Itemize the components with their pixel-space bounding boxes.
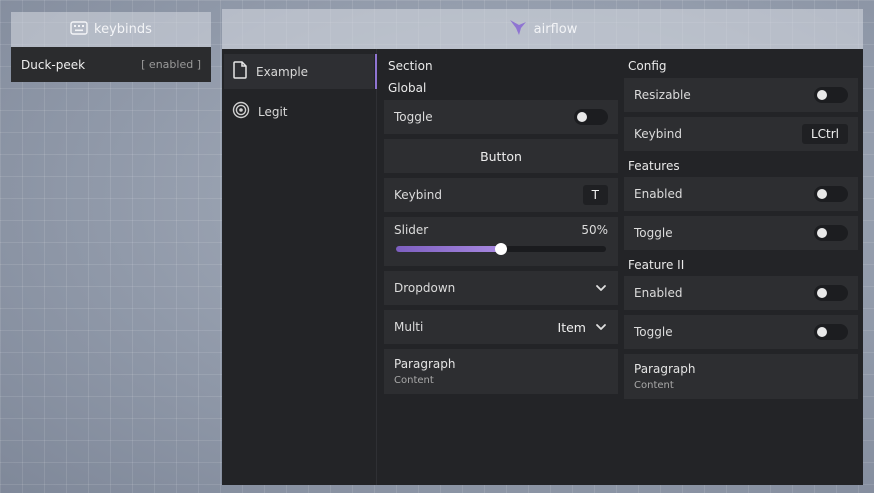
dropdown[interactable]: Dropdown: [384, 271, 618, 305]
window-title: airflow: [533, 21, 578, 37]
keyboard-icon: [70, 20, 88, 39]
feature-ii-toggle-label: Toggle: [634, 325, 673, 339]
main-window: airflow Example Legit Section Global Tog…: [222, 9, 863, 485]
keybind-entry: Duck-peek [ enabled ]: [11, 47, 211, 82]
resizable-row[interactable]: Resizable: [624, 78, 858, 112]
slider-label: Slider: [394, 223, 429, 237]
features-toggle-switch[interactable]: [814, 225, 848, 241]
slider-value: 50%: [581, 223, 608, 237]
multi-label: Multi: [394, 320, 424, 334]
chevron-down-icon: [596, 324, 606, 330]
feature-ii-enabled-row[interactable]: Enabled: [624, 276, 858, 310]
page-icon: [232, 61, 248, 82]
keybind-value-button[interactable]: T: [582, 185, 608, 205]
paragraph-card-right: Paragraph Content: [624, 354, 858, 399]
keybinds-header: keybinds: [11, 12, 211, 47]
feature-ii-enabled-toggle[interactable]: [814, 285, 848, 301]
sidebar-item-example[interactable]: Example: [224, 54, 377, 89]
chevron-down-icon: [596, 285, 606, 291]
dropdown-label: Dropdown: [394, 281, 456, 295]
keybind-label: Keybind: [394, 188, 442, 202]
resizable-toggle[interactable]: [814, 87, 848, 103]
slider-fill: [396, 246, 501, 252]
sidebar-item-label: Example: [256, 64, 309, 79]
slider-row: Slider 50%: [384, 217, 618, 266]
airflow-logo-icon: [508, 18, 528, 40]
features-enabled-toggle[interactable]: [814, 186, 848, 202]
right-column: Config Resizable Keybind LCtrl Features …: [624, 49, 858, 485]
toggle-row[interactable]: Toggle: [384, 100, 618, 134]
config-keybind-row: Keybind LCtrl: [624, 117, 858, 151]
sidebar: Example Legit: [222, 49, 377, 485]
multi-selected-value: Item: [557, 319, 586, 335]
features-toggle-label: Toggle: [634, 226, 673, 240]
features-toggle-row[interactable]: Toggle: [624, 216, 858, 250]
keybinds-panel: keybinds Duck-peek [ enabled ]: [11, 12, 211, 82]
config-title: Config: [628, 59, 667, 73]
window-header[interactable]: airflow: [222, 9, 863, 49]
multi-dropdown[interactable]: Multi Item: [384, 310, 618, 344]
resizable-label: Resizable: [634, 88, 691, 102]
config-keybind-value-button[interactable]: LCtrl: [801, 124, 848, 144]
target-icon: [232, 101, 250, 122]
paragraph-content: Content: [394, 375, 434, 386]
sidebar-item-legit[interactable]: Legit: [224, 94, 374, 129]
features-enabled-label: Enabled: [634, 187, 683, 201]
paragraph-card: Paragraph Content: [384, 349, 618, 394]
window-body: Example Legit Section Global Toggle Butt…: [222, 49, 863, 485]
keybinds-title: keybinds: [94, 22, 152, 37]
keybind-entry-name: Duck-peek: [21, 57, 86, 72]
slider-track[interactable]: [396, 243, 606, 255]
feature-ii-enabled-label: Enabled: [634, 286, 683, 300]
features-title: Features: [628, 159, 680, 173]
example-button[interactable]: Button: [384, 139, 618, 173]
features-enabled-row[interactable]: Enabled: [624, 177, 858, 211]
button-label: Button: [480, 148, 522, 164]
slider-handle[interactable]: [495, 243, 507, 255]
sidebar-item-label: Legit: [258, 104, 288, 119]
left-column: Section Global Toggle Button Keybind T S…: [384, 49, 618, 485]
keybind-row: Keybind T: [384, 178, 618, 212]
config-keybind-label: Keybind: [634, 127, 682, 141]
section-title: Section: [388, 59, 433, 73]
feature-ii-toggle-switch[interactable]: [814, 324, 848, 340]
paragraph-title: Paragraph: [394, 357, 456, 371]
toggle-switch[interactable]: [574, 109, 608, 125]
feature-ii-title: Feature II: [628, 258, 685, 272]
paragraph-content: Content: [634, 380, 674, 391]
feature-ii-toggle-row[interactable]: Toggle: [624, 315, 858, 349]
toggle-label: Toggle: [394, 110, 433, 124]
keybind-entry-state: [ enabled ]: [141, 58, 201, 71]
group-title-global: Global: [388, 81, 427, 95]
paragraph-title: Paragraph: [634, 362, 696, 376]
